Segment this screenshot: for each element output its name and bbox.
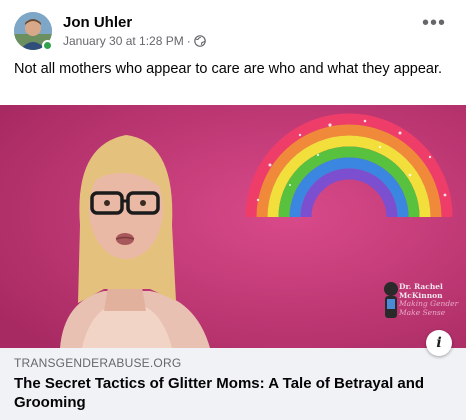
preview-image-graphic: [0, 105, 466, 348]
online-status-indicator: [42, 40, 53, 51]
author-name[interactable]: Jon Uhler: [63, 14, 132, 31]
link-domain: TRANSGENDERABUSE.ORG: [14, 356, 182, 370]
post-text: Not all mothers who appear to care are w…: [14, 61, 443, 77]
channel-logo: [384, 282, 398, 318]
post-timestamp[interactable]: January 30 at 1:28 PM: [63, 34, 184, 48]
video-watermark: Dr. Rachel McKinnon Making Gender Make S…: [399, 282, 461, 317]
post-meta: January 30 at 1:28 PM ·: [63, 34, 206, 48]
meta-separator: ·: [186, 34, 191, 48]
link-preview-caption[interactable]: TRANSGENDERABUSE.ORG The Secret Tactics …: [0, 348, 466, 420]
link-preview-image[interactable]: [0, 105, 466, 348]
link-title[interactable]: The Secret Tactics of Glitter Moms: A Ta…: [14, 374, 444, 412]
post-header: Jon Uhler January 30 at 1:28 PM · •••: [14, 12, 454, 52]
more-options-button[interactable]: •••: [420, 13, 448, 40]
globe-icon[interactable]: [193, 35, 206, 47]
facebook-post: Jon Uhler January 30 at 1:28 PM · ••• Not…: [0, 0, 466, 420]
info-button[interactable]: i: [426, 330, 452, 356]
watermark-line-4: Make Sense: [399, 307, 446, 317]
